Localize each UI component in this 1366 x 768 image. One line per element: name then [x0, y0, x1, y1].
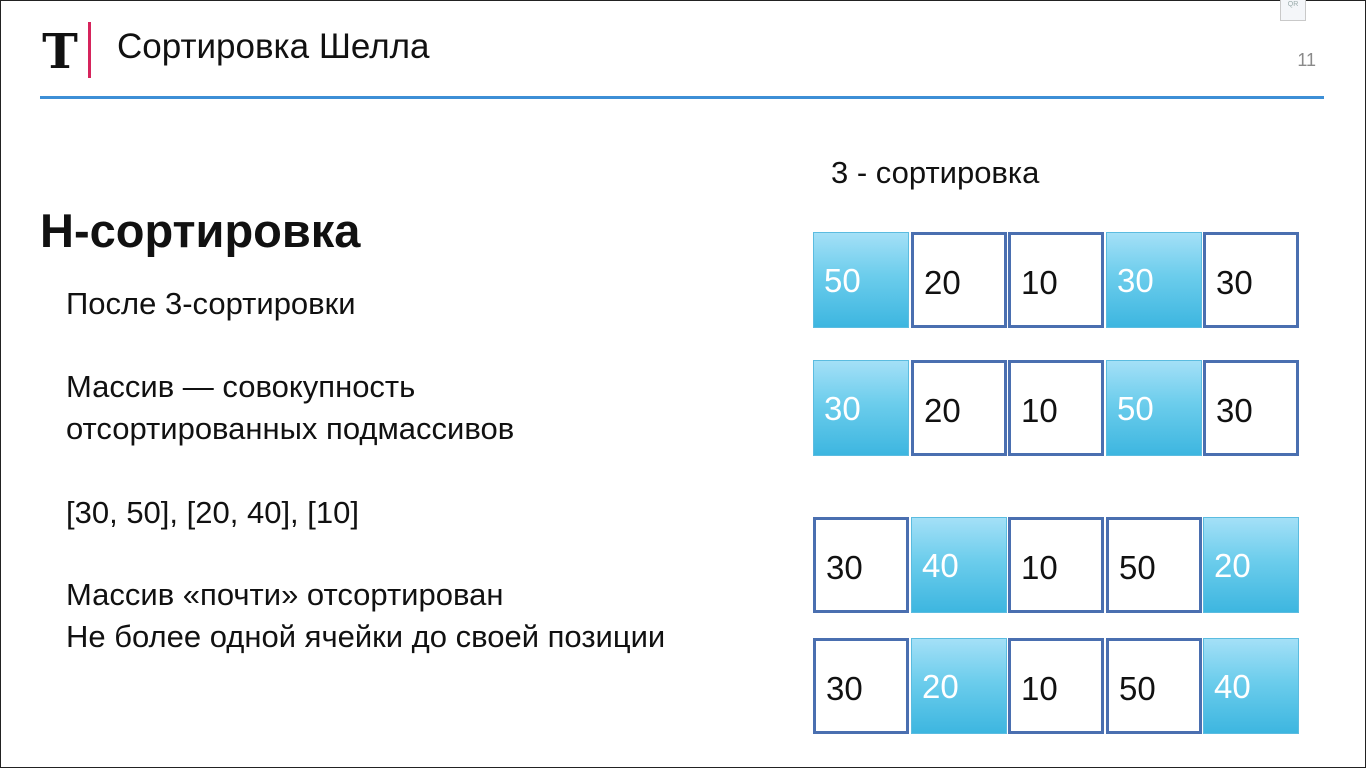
array-cell: 20 [911, 360, 1007, 456]
main-heading: H-сортировка [40, 204, 361, 257]
qr-code-icon: QR [1280, 0, 1306, 21]
array-cell: 10 [1008, 360, 1104, 456]
array-cell-highlighted: 20 [911, 638, 1007, 734]
array-cell-highlighted: 50 [813, 232, 909, 328]
body-paragraph: Не более одной ячейки до своей позиции [66, 619, 666, 654]
logo-icon: T [42, 30, 78, 72]
body-paragraph: [30, 50], [20, 40], [10] [66, 495, 359, 530]
body-paragraph: После 3-сортировки [66, 286, 356, 321]
body-paragraph: отсортированных подмассивов [66, 411, 515, 446]
logo-divider [88, 22, 91, 78]
array-cell-highlighted: 40 [911, 517, 1007, 613]
array-cell-highlighted: 30 [1106, 232, 1202, 328]
array-cell: 50 [1106, 638, 1202, 734]
array-cell: 20 [911, 232, 1007, 328]
diagram-title: 3 - сортировка [831, 155, 1040, 190]
page-title: Сортировка Шелла [117, 27, 430, 66]
array-cell-highlighted: 20 [1203, 517, 1299, 613]
array-cell: 10 [1008, 517, 1104, 613]
body-paragraph: Массив — совокупность [66, 369, 416, 404]
array-cell: 30 [813, 638, 909, 734]
array-cell: 30 [813, 517, 909, 613]
logo-letter: T [42, 30, 78, 72]
array-cell: 30 [1203, 232, 1299, 328]
array-cell: 10 [1008, 232, 1104, 328]
body-paragraph: Массив «почти» отсортирован [66, 577, 504, 612]
array-cell-highlighted: 40 [1203, 638, 1299, 734]
array-cell: 50 [1106, 517, 1202, 613]
array-cell: 10 [1008, 638, 1104, 734]
header-divider [40, 96, 1324, 99]
array-cell-highlighted: 30 [813, 360, 909, 456]
array-cell-highlighted: 50 [1106, 360, 1202, 456]
array-cell: 30 [1203, 360, 1299, 456]
slide-number: 11 [1297, 50, 1316, 70]
